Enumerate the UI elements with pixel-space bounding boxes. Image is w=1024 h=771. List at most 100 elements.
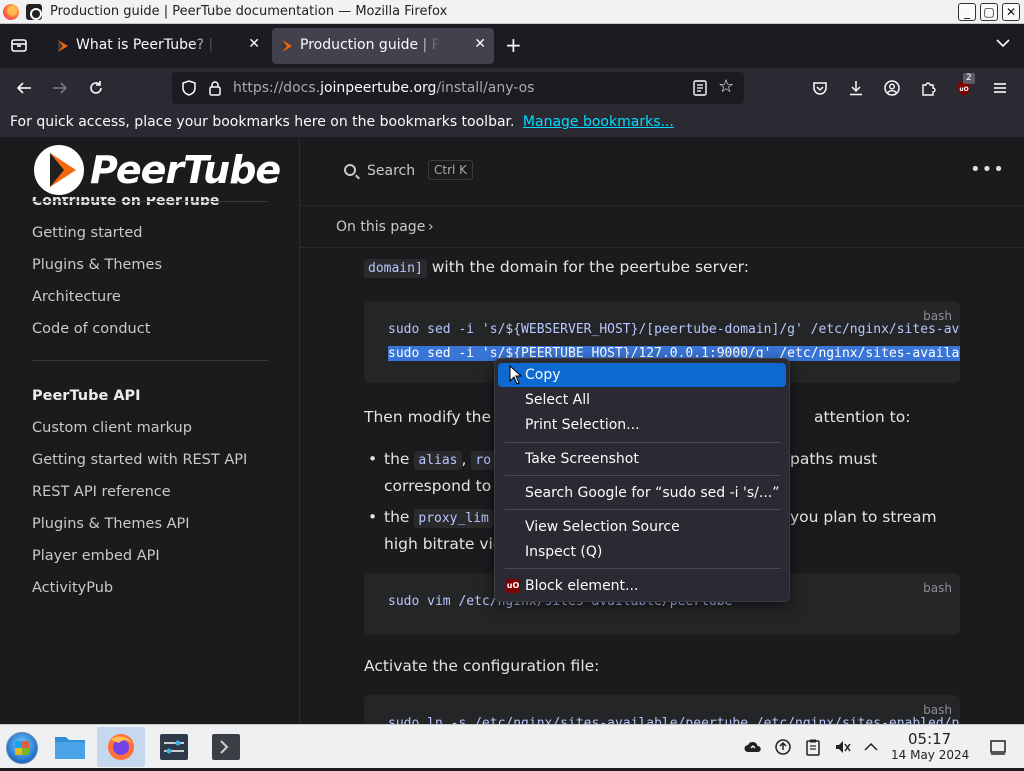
menu-item-view-selection-source[interactable]: View Selection Source bbox=[498, 515, 786, 539]
extensions-puzzle-icon[interactable] bbox=[920, 80, 936, 96]
manage-bookmarks-link[interactable]: Manage bookmarks... bbox=[523, 114, 674, 130]
search-button[interactable]: Search Ctrl K bbox=[334, 155, 476, 187]
hamburger-menu-icon[interactable] bbox=[992, 80, 1008, 96]
menu-item-take-screenshot[interactable]: Take Screenshot bbox=[498, 447, 786, 471]
ublock-origin-icon[interactable]: uO 2 bbox=[956, 73, 975, 96]
sidebar-item-plugins-api[interactable]: Plugins & Themes API bbox=[32, 516, 190, 532]
search-label: Search bbox=[367, 163, 416, 179]
sidebar-item-architecture[interactable]: Architecture bbox=[32, 289, 121, 305]
reader-view-icon[interactable] bbox=[692, 80, 708, 96]
terminal-taskbar-button[interactable] bbox=[202, 727, 250, 767]
maximize-button[interactable]: ▢ bbox=[980, 3, 998, 21]
url-path: /install/any-os bbox=[436, 80, 535, 96]
menu-item-label: Inspect (Q) bbox=[525, 544, 603, 560]
code-language: bash bbox=[923, 309, 952, 323]
peertube-logo[interactable]: PeerTube bbox=[32, 145, 281, 197]
menu-item-label: Print Selection... bbox=[525, 417, 640, 433]
lock-icon[interactable] bbox=[208, 80, 222, 96]
downloads-icon[interactable] bbox=[848, 80, 864, 96]
settings-taskbar-button[interactable] bbox=[150, 727, 198, 767]
list-text: you plan to stream bbox=[790, 508, 937, 526]
menu-separator bbox=[505, 509, 781, 510]
menu-item-print-selection[interactable]: Print Selection... bbox=[498, 413, 786, 437]
start-menu-button[interactable] bbox=[6, 732, 38, 764]
docs-sidebar: PeerTube Contribute on PeerTube Getting … bbox=[0, 137, 300, 724]
peertube-favicon-icon bbox=[282, 40, 292, 52]
code-line: sudo sed -i 's/${WEBSERVER_HOST}/[peertu… bbox=[388, 322, 960, 337]
show-desktop-icon[interactable] bbox=[989, 738, 1007, 756]
window-title: Production guide | PeerTube documentatio… bbox=[50, 4, 448, 19]
cloud-upload-icon[interactable] bbox=[744, 738, 762, 756]
sidebar-divider bbox=[32, 360, 268, 361]
clock-time[interactable]: 05:17 bbox=[908, 730, 951, 748]
sidebar-item-custom-client-markup[interactable]: Custom client markup bbox=[32, 420, 192, 436]
chevron-down-icon[interactable] bbox=[996, 36, 1010, 52]
account-icon[interactable] bbox=[884, 80, 900, 96]
menu-item-inspect[interactable]: Inspect (Q) bbox=[498, 540, 786, 564]
taskbar: 05:17 14 May 2024 bbox=[0, 724, 1024, 768]
tab-close-icon[interactable]: ✕ bbox=[474, 36, 486, 52]
clipboard-icon[interactable] bbox=[804, 738, 822, 756]
file-manager-taskbar-button[interactable] bbox=[46, 727, 94, 767]
paragraph-text: attention to: bbox=[814, 408, 911, 426]
tab-what-is-peertube[interactable]: What is PeerTube? | JoinPeerTube ✕ bbox=[48, 28, 268, 64]
new-tab-icon[interactable]: + bbox=[505, 34, 522, 56]
sidebar-item-activitypub[interactable]: ActivityPub bbox=[32, 580, 113, 596]
logo-text: PeerTube bbox=[90, 148, 281, 192]
menu-item-label: Select All bbox=[525, 392, 590, 408]
volume-muted-icon[interactable] bbox=[834, 738, 852, 756]
code-line: sudo ln -s /etc/nginx/sites-available/pe… bbox=[388, 716, 960, 724]
url-text[interactable]: https://docs.joinpeertube.org/install/an… bbox=[233, 80, 534, 96]
tab-production-guide[interactable]: Production guide | PeerTube documentatio… bbox=[272, 28, 494, 64]
chevron-up-icon[interactable] bbox=[862, 738, 880, 756]
firefox-taskbar-button[interactable] bbox=[97, 727, 145, 767]
update-notifier-icon[interactable] bbox=[774, 738, 792, 756]
menu-separator bbox=[505, 442, 781, 443]
paragraph: domain] with the domain for the peertube… bbox=[364, 258, 749, 278]
forward-arrow-icon[interactable] bbox=[48, 76, 72, 100]
navigation-toolbar: https://docs.joinpeertube.org/install/an… bbox=[0, 68, 1024, 108]
menu-item-label: Copy bbox=[525, 367, 561, 383]
on-this-page-toggle[interactable]: On this page › bbox=[300, 205, 1024, 248]
inline-code: ro bbox=[471, 451, 496, 470]
url-prefix: https://docs. bbox=[233, 80, 321, 96]
minimize-button[interactable]: _ bbox=[958, 3, 976, 21]
list-text: , bbox=[461, 450, 467, 468]
menu-item-label: Search Google for “sudo sed -i 's/...” bbox=[525, 485, 780, 501]
sidebar-item-rest-getting-started[interactable]: Getting started with REST API bbox=[32, 452, 247, 468]
back-arrow-icon[interactable] bbox=[12, 76, 36, 100]
sidebar-item-rest-reference[interactable]: REST API reference bbox=[32, 484, 171, 500]
menu-item-copy[interactable]: Copy bbox=[498, 363, 786, 387]
close-window-button[interactable]: ✕ bbox=[1002, 3, 1020, 21]
menu-item-search-google[interactable]: Search Google for “sudo sed -i 's/...” bbox=[498, 481, 786, 505]
chevron-right-icon: › bbox=[428, 219, 434, 235]
sidebar-item-plugins-themes[interactable]: Plugins & Themes bbox=[32, 257, 162, 273]
bullet: • bbox=[368, 508, 378, 526]
inline-code: domain] bbox=[364, 259, 427, 278]
tab-close-icon[interactable]: ✕ bbox=[248, 36, 260, 52]
window-menu-icon[interactable] bbox=[26, 4, 42, 20]
sidebar-item-code-of-conduct[interactable]: Code of conduct bbox=[32, 321, 150, 337]
paragraph-text: Then modify the bbox=[364, 408, 492, 426]
menu-item-block-element[interactable]: uO Block element... bbox=[498, 574, 786, 598]
pocket-icon[interactable] bbox=[812, 80, 828, 96]
sidebar-item-player-embed-api[interactable]: Player embed API bbox=[32, 548, 160, 564]
firefox-icon bbox=[3, 4, 19, 20]
reload-icon[interactable] bbox=[84, 76, 108, 100]
url-bar[interactable]: https://docs.joinpeertube.org/install/an… bbox=[172, 72, 744, 104]
clock-date[interactable]: 14 May 2024 bbox=[891, 748, 969, 762]
search-icon bbox=[344, 164, 356, 176]
list-text: the bbox=[384, 450, 410, 468]
search-shortcut: Ctrl K bbox=[428, 160, 474, 180]
bookmark-star-icon[interactable]: ☆ bbox=[718, 76, 734, 97]
sidebar-item-getting-started[interactable]: Getting started bbox=[32, 225, 142, 241]
extension-badge: 2 bbox=[963, 73, 975, 84]
menu-item-select-all[interactable]: Select All bbox=[498, 388, 786, 412]
tracking-protection-shield-icon[interactable] bbox=[182, 80, 196, 96]
tab-bar: What is PeerTube? | JoinPeerTube ✕ Produ… bbox=[0, 24, 1024, 68]
menu-separator bbox=[505, 475, 781, 476]
more-options-icon[interactable]: ••• bbox=[970, 159, 1005, 180]
sidebar-heading-api[interactable]: PeerTube API bbox=[32, 388, 141, 404]
url-host: joinpeertube.org bbox=[320, 80, 437, 96]
firefox-view-icon[interactable] bbox=[10, 36, 28, 54]
